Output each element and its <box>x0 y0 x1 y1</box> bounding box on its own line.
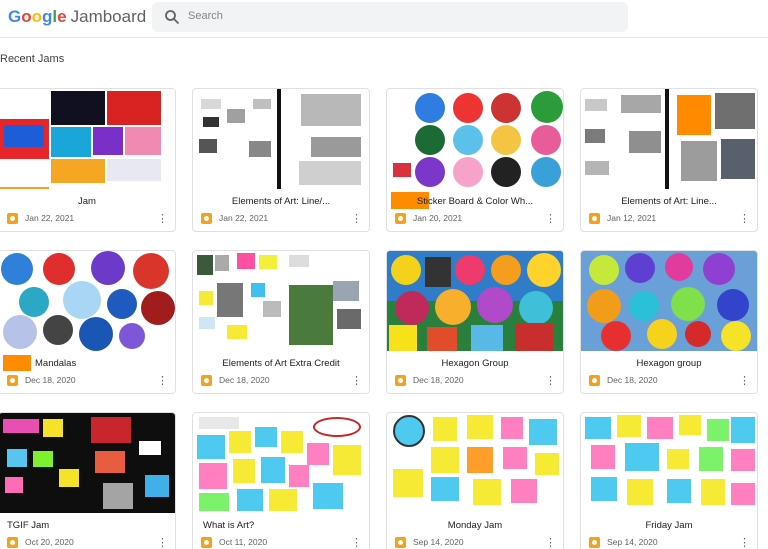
jamboard-icon <box>201 213 212 224</box>
jam-card[interactable]: Friday Jam Sep 14, 2020 ⋮ <box>580 412 758 549</box>
more-vert-icon[interactable]: ⋮ <box>545 536 556 549</box>
jam-card[interactable]: Sticker Board & Color Wh... Jan 20, 2021… <box>386 88 564 232</box>
card-title: Elements of Art: Line... <box>621 196 717 207</box>
card-title: TGIF Jam <box>7 520 50 531</box>
more-vert-icon[interactable]: ⋮ <box>545 374 556 388</box>
card-meta: Sep 14, 2020 <box>589 536 739 549</box>
jamboard-logo[interactable]: Google Jamboard <box>8 7 146 27</box>
card-meta: Jan 20, 2021 <box>395 212 545 226</box>
jamboard-icon <box>395 375 406 386</box>
jamboard-icon <box>201 375 212 386</box>
card-date: Oct 20, 2020 <box>25 537 74 547</box>
card-date: Jan 22, 2021 <box>25 213 75 223</box>
jam-thumbnail <box>581 251 757 351</box>
card-meta: Oct 20, 2020 <box>7 536 157 549</box>
jam-card[interactable]: TGIF Jam Oct 20, 2020 ⋮ <box>0 412 176 549</box>
jamboard-icon <box>589 537 600 548</box>
more-vert-icon[interactable]: ⋮ <box>739 536 750 549</box>
google-wordmark-letter: G <box>8 7 22 26</box>
card-title: Hexagon Group <box>441 358 509 369</box>
jam-thumbnail <box>193 251 369 351</box>
card-title: Jam <box>78 196 96 207</box>
card-meta: Jan 22, 2021 <box>201 212 351 226</box>
card-title: Monday Jam <box>447 520 503 531</box>
jam-thumbnail <box>0 413 175 513</box>
jamboard-icon <box>201 537 212 548</box>
card-date: Oct 11, 2020 <box>219 537 268 547</box>
card-date: Sep 14, 2020 <box>607 537 658 547</box>
card-title: What is Art? <box>203 520 255 531</box>
jam-thumbnail <box>387 89 563 189</box>
card-title: Elements of Art: Line/... <box>231 196 331 207</box>
card-meta: Jan 22, 2021 <box>7 212 157 226</box>
jam-card[interactable]: Mandalas Dec 18, 2020 ⋮ <box>0 250 176 394</box>
card-meta: Sep 14, 2020 <box>395 536 545 549</box>
card-meta: Dec 18, 2020 <box>589 374 739 388</box>
section-title: Recent Jams <box>0 53 65 65</box>
more-vert-icon[interactable]: ⋮ <box>739 212 750 226</box>
more-vert-icon[interactable]: ⋮ <box>351 212 362 226</box>
card-title: Mandalas <box>35 358 77 369</box>
jam-card[interactable]: Elements of Art: Line/... Jan 22, 2021 ⋮ <box>192 88 370 232</box>
jamboard-icon <box>589 375 600 386</box>
card-title: Elements of Art Extra Credit <box>222 358 340 369</box>
card-date: Dec 18, 2020 <box>219 375 270 385</box>
jamboard-icon <box>395 537 406 548</box>
google-wordmark-letter: g <box>42 7 53 26</box>
card-date: Dec 18, 2020 <box>25 375 76 385</box>
card-date: Dec 18, 2020 <box>607 375 658 385</box>
card-meta: Dec 18, 2020 <box>395 374 545 388</box>
search-icon <box>165 10 180 25</box>
card-title: Hexagon group <box>636 358 702 369</box>
search-bar[interactable]: Search <box>152 2 628 32</box>
card-meta: Dec 18, 2020 <box>201 374 351 388</box>
google-wordmark-letter: e <box>57 7 67 26</box>
jamboard-icon <box>7 213 18 224</box>
card-date: Sep 14, 2020 <box>413 537 464 547</box>
google-wordmark: Google <box>8 7 67 26</box>
search-input[interactable]: Search <box>188 10 223 22</box>
more-vert-icon[interactable]: ⋮ <box>739 374 750 388</box>
jam-card[interactable]: Elements of Art: Line... Jan 12, 2021 ⋮ <box>580 88 758 232</box>
redaction-box <box>3 355 31 371</box>
card-date: Jan 22, 2021 <box>219 213 269 223</box>
jamboard-icon <box>7 375 18 386</box>
more-vert-icon[interactable]: ⋮ <box>351 536 362 549</box>
card-title: Friday Jam <box>645 520 693 531</box>
jam-card[interactable]: What is Art? Oct 11, 2020 ⋮ <box>192 412 370 549</box>
jam-card[interactable]: Hexagon Group Dec 18, 2020 ⋮ <box>386 250 564 394</box>
card-date: Jan 20, 2021 <box>413 213 463 223</box>
card-meta: Dec 18, 2020 <box>7 374 157 388</box>
more-vert-icon[interactable]: ⋮ <box>157 536 168 549</box>
jam-thumbnail <box>193 89 369 189</box>
jam-thumbnail <box>387 251 563 351</box>
jam-card[interactable]: Monday Jam Sep 14, 2020 ⋮ <box>386 412 564 549</box>
jam-thumbnail <box>193 413 369 513</box>
google-wordmark-letter: o <box>31 7 43 26</box>
top-bar: Google Jamboard Search <box>0 0 768 38</box>
more-vert-icon[interactable]: ⋮ <box>157 374 168 388</box>
jam-thumbnail <box>0 251 175 351</box>
more-vert-icon[interactable]: ⋮ <box>157 212 168 226</box>
card-meta: Oct 11, 2020 <box>201 536 351 549</box>
card-date: Jan 12, 2021 <box>607 213 657 223</box>
jam-card[interactable]: Elements of Art Extra Credit Dec 18, 202… <box>192 250 370 394</box>
jam-card[interactable]: Jam Jan 22, 2021 ⋮ <box>0 88 176 232</box>
jamboard-icon <box>589 213 600 224</box>
card-date: Dec 18, 2020 <box>413 375 464 385</box>
jamboard-icon <box>395 213 406 224</box>
card-meta: Jan 12, 2021 <box>589 212 739 226</box>
app-name: Jamboard <box>70 7 147 26</box>
jam-thumbnail <box>581 89 757 189</box>
jam-card[interactable]: Hexagon group Dec 18, 2020 ⋮ <box>580 250 758 394</box>
jam-thumbnail <box>0 89 175 189</box>
more-vert-icon[interactable]: ⋮ <box>351 374 362 388</box>
jam-thumbnail <box>581 413 757 513</box>
jam-thumbnail <box>387 413 563 513</box>
jamboard-icon <box>7 537 18 548</box>
google-wordmark-letter: o <box>21 7 32 26</box>
more-vert-icon[interactable]: ⋮ <box>545 212 556 226</box>
card-title: Sticker Board & Color Wh... <box>416 196 534 207</box>
